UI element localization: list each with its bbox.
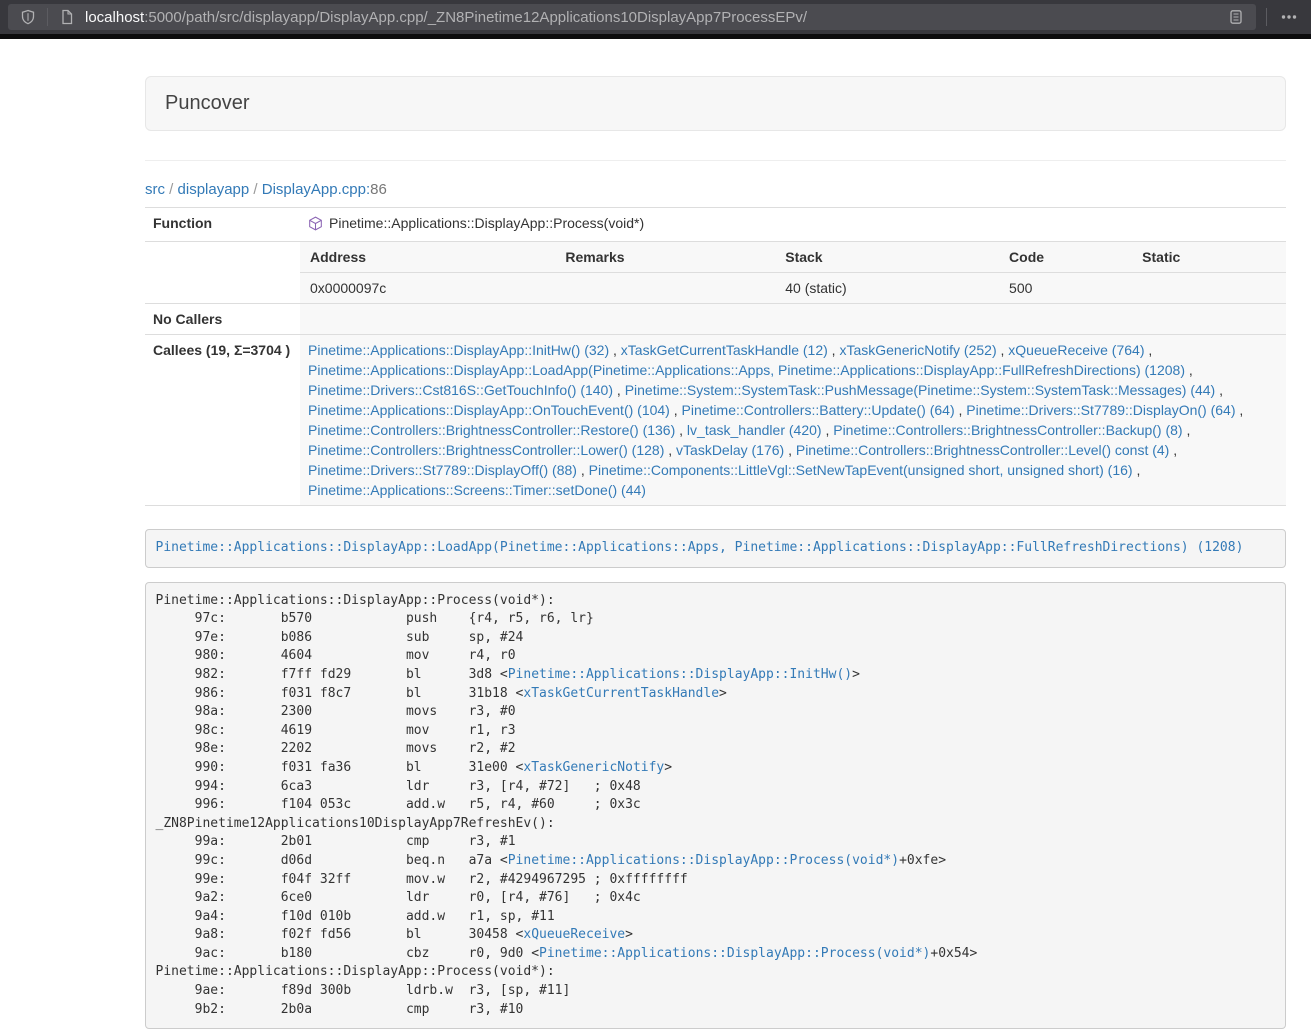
detail-header-row: Address Remarks Stack Code Static xyxy=(300,242,1286,273)
disassembly-block: Pinetime::Applications::DisplayApp::Proc… xyxy=(145,582,1286,1029)
highlighted-callee-link[interactable]: Pinetime::Applications::DisplayApp::Load… xyxy=(156,540,1244,555)
breadcrumb-line-number: 86 xyxy=(370,181,387,198)
function-name-cell: Pinetime::Applications::DisplayApp::Proc… xyxy=(300,208,1286,242)
page-icon[interactable] xyxy=(55,5,79,29)
chrome-content-separator xyxy=(0,34,1311,39)
remarks-value xyxy=(555,273,775,304)
breadcrumb-src[interactable]: src xyxy=(145,181,165,198)
no-callers-label: No Callers xyxy=(145,304,300,335)
callee-link[interactable]: xTaskGenericNotify (252) xyxy=(839,342,996,358)
callee-link[interactable]: Pinetime::Controllers::Battery::Update()… xyxy=(682,402,955,418)
header-divider xyxy=(145,160,1286,161)
callee-link[interactable]: xQueueReceive (764) xyxy=(1008,342,1144,358)
callee-link[interactable]: Pinetime::Drivers::Cst816S::GetTouchInfo… xyxy=(308,382,613,398)
callee-link[interactable]: Pinetime::Controllers::BrightnessControl… xyxy=(308,422,675,438)
breadcrumb: src / displayapp / DisplayApp.cpp:86 xyxy=(145,181,1286,198)
browser-toolbar: localhost:5000/path/src/displayapp/Displ… xyxy=(0,0,1311,34)
breadcrumb-file[interactable]: DisplayApp.cpp: xyxy=(262,181,370,198)
function-detail-row: Address Remarks Stack Code Static 0x0000… xyxy=(145,242,1286,304)
function-detail-cell: Address Remarks Stack Code Static 0x0000… xyxy=(300,242,1286,304)
callee-link[interactable]: Pinetime::Components::LittleVgl::SetNewT… xyxy=(589,462,1133,478)
callee-link[interactable]: Pinetime::Applications::DisplayApp::Load… xyxy=(308,362,1185,378)
callee-link[interactable]: Pinetime::Applications::Screens::Timer::… xyxy=(308,482,646,498)
stack-value: 40 (static) xyxy=(775,273,999,304)
function-detail-table: Address Remarks Stack Code Static 0x0000… xyxy=(300,242,1286,303)
callee-link[interactable]: Pinetime::Controllers::BrightnessControl… xyxy=(308,442,664,458)
stack-column-header: Stack xyxy=(775,242,999,273)
code-column-header: Code xyxy=(999,242,1132,273)
function-summary-table: Function Pinetime::Applications::Display… xyxy=(145,207,1286,506)
app-header: Puncover xyxy=(145,76,1286,131)
breadcrumb-separator: / xyxy=(253,181,257,198)
app-title: Puncover xyxy=(165,92,250,114)
callee-link[interactable]: Pinetime::Drivers::St7789::DisplayOn() (… xyxy=(966,402,1235,418)
callee-link[interactable]: Pinetime::System::SystemTask::PushMessag… xyxy=(625,382,1216,398)
highlighted-callee-box: Pinetime::Applications::DisplayApp::Load… xyxy=(145,529,1286,568)
no-callers-row: No Callers xyxy=(145,304,1286,335)
cube-icon xyxy=(308,216,323,236)
callees-label: Callees (19, Σ=3704 ) xyxy=(145,335,300,506)
callee-link[interactable]: Pinetime::Applications::DisplayApp::OnTo… xyxy=(308,402,670,418)
asm-symbol-link[interactable]: Pinetime::Applications::DisplayApp::Proc… xyxy=(539,946,930,961)
remarks-column-header: Remarks xyxy=(555,242,775,273)
more-icon[interactable] xyxy=(1277,5,1301,29)
url-path: :5000/path/src/displayapp/DisplayApp.cpp… xyxy=(144,9,807,26)
callees-row: Callees (19, Σ=3704 ) Pinetime::Applicat… xyxy=(145,335,1286,506)
asm-symbol-link[interactable]: xQueueReceive xyxy=(523,927,625,942)
shield-icon[interactable] xyxy=(16,5,40,29)
callee-link[interactable]: xTaskGetCurrentTaskHandle (12) xyxy=(621,342,828,358)
urlbar-divider xyxy=(47,8,48,26)
callee-link[interactable]: vTaskDelay (176) xyxy=(676,442,784,458)
function-row-label: Function xyxy=(145,208,300,242)
code-value: 500 xyxy=(999,273,1132,304)
asm-symbol-link[interactable]: Pinetime::Applications::DisplayApp::Init… xyxy=(508,667,852,682)
breadcrumb-separator: / xyxy=(169,181,173,198)
no-callers-cell xyxy=(300,304,1286,335)
address-value: 0x0000097c xyxy=(300,273,555,304)
empty-row-label xyxy=(145,242,300,304)
url-host: localhost xyxy=(85,9,144,26)
asm-symbol-link[interactable]: Pinetime::Applications::DisplayApp::Proc… xyxy=(508,853,899,868)
callee-link[interactable]: lv_task_handler (420) xyxy=(687,422,822,438)
url-bar[interactable]: localhost:5000/path/src/displayapp/Displ… xyxy=(8,4,1256,30)
static-column-header: Static xyxy=(1132,242,1286,273)
callees-list: Pinetime::Applications::DisplayApp::Init… xyxy=(300,335,1286,506)
function-row: Function Pinetime::Applications::Display… xyxy=(145,208,1286,242)
callee-link[interactable]: Pinetime::Controllers::BrightnessControl… xyxy=(796,442,1169,458)
url-text[interactable]: localhost:5000/path/src/displayapp/Displ… xyxy=(85,9,807,26)
callee-link[interactable]: Pinetime::Controllers::BrightnessControl… xyxy=(833,422,1182,438)
page-container: Puncover src / displayapp / DisplayApp.c… xyxy=(145,76,1286,1029)
asm-symbol-link[interactable]: xTaskGetCurrentTaskHandle xyxy=(523,686,719,701)
static-value xyxy=(1132,273,1286,304)
toolbar-divider xyxy=(1266,8,1267,26)
function-name: Pinetime::Applications::DisplayApp::Proc… xyxy=(329,215,644,231)
callee-link[interactable]: Pinetime::Drivers::St7789::DisplayOff() … xyxy=(308,462,577,478)
address-column-header: Address xyxy=(300,242,555,273)
asm-symbol-link[interactable]: xTaskGenericNotify xyxy=(523,760,664,775)
breadcrumb-displayapp[interactable]: displayapp xyxy=(178,181,250,198)
reader-view-icon[interactable] xyxy=(1224,5,1248,29)
callee-link[interactable]: Pinetime::Applications::DisplayApp::Init… xyxy=(308,342,609,358)
detail-value-row: 0x0000097c 40 (static) 500 xyxy=(300,273,1286,304)
